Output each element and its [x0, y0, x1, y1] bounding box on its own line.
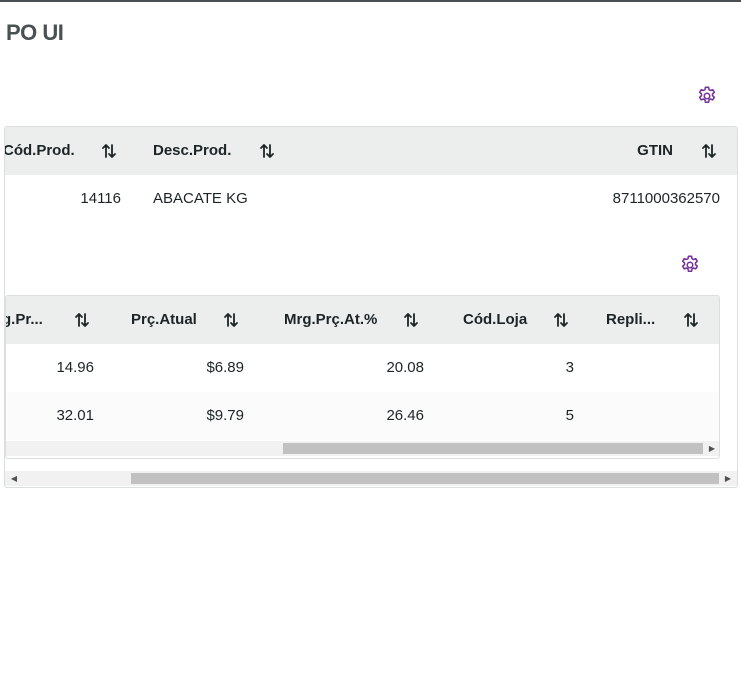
cell-prc-atual: $6.89	[206, 359, 244, 376]
column-header-cod-prod[interactable]: Cód.Prod.	[5, 127, 83, 175]
scroll-left-arrow-icon[interactable]: ◀	[8, 471, 20, 486]
cell-mrg-prc-at: 26.46	[386, 407, 424, 424]
cell-mrg-pr: 32.01	[56, 407, 94, 424]
cell-desc-prod: ABACATE KG	[153, 190, 248, 207]
page-title: PO UI	[6, 20, 64, 45]
table-row[interactable]: 32.01 $9.79 26.46 5	[6, 392, 719, 440]
cell-gtin: 8711000362570	[612, 190, 720, 207]
sort-arrows-icon[interactable]	[73, 311, 91, 329]
scrollbar-thumb[interactable]	[283, 443, 703, 454]
column-header-gtin[interactable]: GTIN	[565, 127, 673, 175]
sort-arrows-icon[interactable]	[100, 142, 118, 160]
price-detail-table: g.Pr... Prç.Atual Mrg.Prç.At.% Cód.Loja …	[5, 295, 720, 459]
cell-repli	[606, 392, 696, 440]
column-header-prc-atual[interactable]: Prç.Atual	[131, 296, 211, 344]
cell-cod-loja: 5	[565, 407, 574, 424]
sort-arrows-icon[interactable]	[682, 311, 700, 329]
sort-arrows-icon[interactable]	[402, 311, 420, 329]
table-header: Cód.Prod. Desc.Prod. GTIN	[5, 127, 737, 175]
horizontal-scrollbar[interactable]: ◀ ▶	[5, 471, 737, 486]
cell-cod-prod: 14116	[80, 190, 121, 207]
columns-settings-gear-icon[interactable]	[696, 85, 718, 107]
sort-arrows-icon[interactable]	[552, 311, 570, 329]
table-row[interactable]: 14.96 $6.89 20.08 3	[6, 344, 719, 392]
column-header-mrg-prc-at[interactable]: Mrg.Prç.At.%	[284, 296, 384, 344]
columns-settings-gear-icon[interactable]	[679, 254, 701, 276]
top-border	[0, 0, 741, 2]
column-header-repli[interactable]: Repli...	[606, 296, 656, 344]
column-header-mrg-pr[interactable]: g.Pr...	[6, 296, 48, 344]
scroll-right-arrow-icon[interactable]: ▶	[706, 441, 718, 456]
cell-cod-loja: 3	[565, 359, 574, 376]
sort-arrows-icon[interactable]	[222, 311, 240, 329]
cell-prc-atual: $9.79	[206, 407, 244, 424]
scrollbar-thumb[interactable]	[131, 473, 719, 484]
cell-mrg-prc-at: 20.08	[386, 359, 424, 376]
sort-arrows-icon[interactable]	[258, 142, 276, 160]
cell-mrg-pr: 14.96	[56, 359, 94, 376]
cell-repli	[606, 344, 696, 392]
column-header-desc-prod[interactable]: Desc.Prod.	[153, 127, 248, 175]
table-header: g.Pr... Prç.Atual Mrg.Prç.At.% Cód.Loja …	[6, 296, 719, 344]
horizontal-scrollbar[interactable]: ▶	[6, 441, 719, 456]
table-row[interactable]: 14116 ABACATE KG 8711000362570	[5, 175, 737, 223]
sort-arrows-icon[interactable]	[700, 142, 718, 160]
scroll-right-arrow-icon[interactable]: ▶	[722, 471, 734, 486]
column-header-cod-loja[interactable]: Cód.Loja	[463, 296, 533, 344]
